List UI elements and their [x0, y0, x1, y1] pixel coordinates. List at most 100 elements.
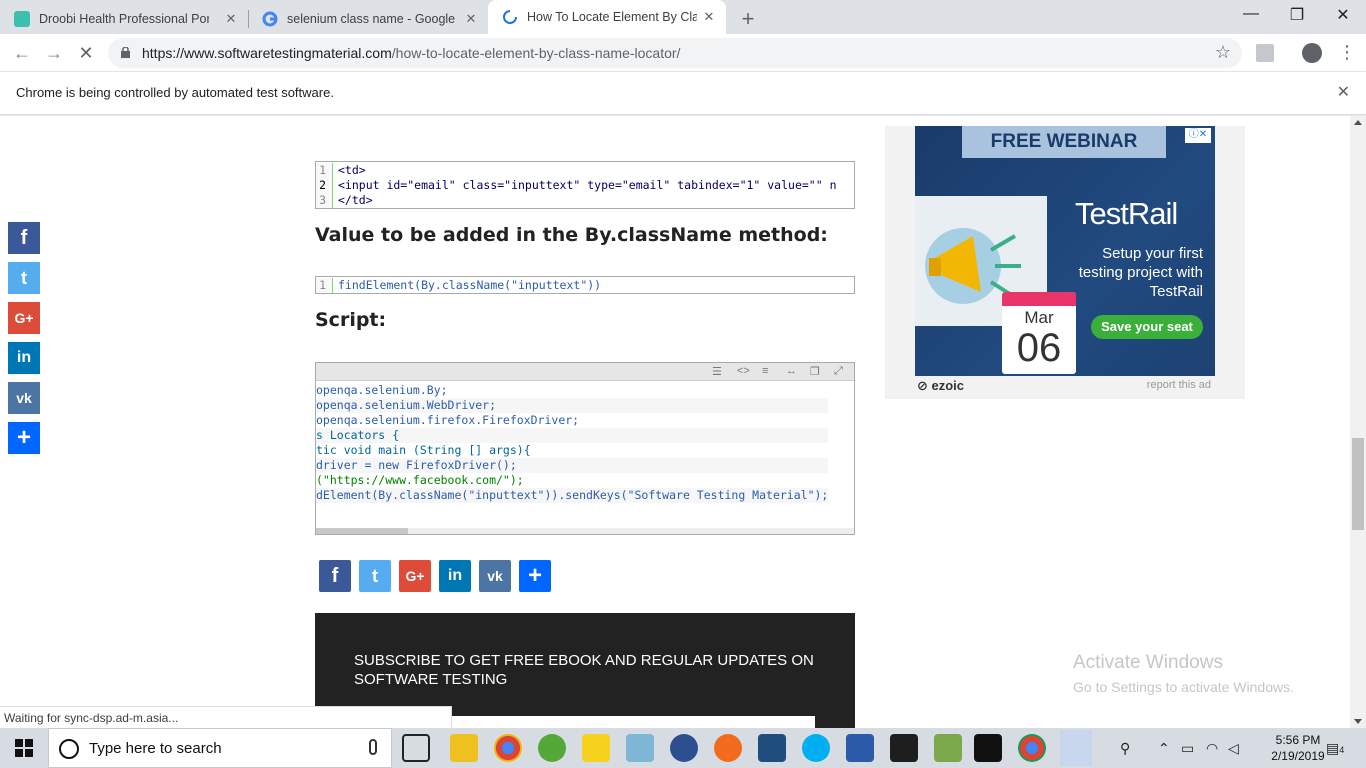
- scroll-down-icon[interactable]: [1354, 719, 1362, 724]
- close-tab-icon[interactable]: ✕: [463, 11, 479, 27]
- calendar-icon: Mar 06: [1002, 292, 1076, 374]
- utorrent-icon[interactable]: [538, 734, 566, 762]
- app-icon[interactable]: [934, 734, 962, 762]
- report-ad-link[interactable]: report this ad: [1147, 379, 1211, 391]
- ad-cta-button[interactable]: Save your seat: [1091, 315, 1203, 339]
- sticky-notes-icon[interactable]: [582, 734, 610, 762]
- code-toolbar: ☰ <> ≡ ↔ ❐ ⤢: [316, 363, 854, 381]
- tab-active-article[interactable]: How To Locate Element By Class ✕: [488, 0, 726, 34]
- file-explorer-icon[interactable]: [450, 734, 478, 762]
- tab-google-search[interactable]: selenium class name - Google Se ✕: [248, 4, 488, 34]
- minimize-icon[interactable]: —: [1228, 5, 1274, 23]
- profile-avatar-icon[interactable]: [1302, 43, 1322, 63]
- calendar-day: 06: [1016, 326, 1062, 370]
- script-code: openqa.selenium.By; openqa.selenium.WebD…: [316, 383, 829, 503]
- testrail-ad[interactable]: FREE WEBINAR TestRail Setup your first t…: [915, 126, 1215, 376]
- share-twitter-icon[interactable]: t: [359, 560, 391, 592]
- clock-time: 5:56 PM: [1275, 733, 1321, 747]
- taskbar-clock[interactable]: 5:56 PM 2/19/2019: [1268, 732, 1328, 764]
- close-tab-icon[interactable]: ✕: [701, 9, 717, 25]
- share-facebook-icon[interactable]: f: [319, 560, 351, 592]
- side-share-linkedin-icon[interactable]: in: [8, 342, 40, 374]
- share-linkedin-icon[interactable]: in: [439, 560, 471, 592]
- ad-choices-icon[interactable]: ⓘ✕: [1185, 128, 1211, 143]
- share-more-icon[interactable]: +: [519, 560, 551, 592]
- back-arrow-icon[interactable]: ←: [10, 42, 34, 64]
- tab-droobi[interactable]: Droobi Health Professional Portal ✕: [0, 4, 248, 34]
- url-path: /how-to-locate-element-by-class-name-loc…: [391, 45, 681, 61]
- address-bar[interactable]: https://www.softwaretestingmaterial.com/…: [108, 38, 1242, 68]
- close-infobar-icon[interactable]: ✕: [1337, 82, 1350, 102]
- windows-activation-watermark: Activate Windows Go to Settings to activ…: [1073, 652, 1294, 695]
- side-share-facebook-icon[interactable]: f: [8, 222, 40, 254]
- code-block-html: 1 <td> 2 <input id="email" class="inputtex…: [315, 161, 855, 209]
- start-button[interactable]: [0, 728, 48, 768]
- intellij-icon[interactable]: [974, 734, 1002, 762]
- menu-kebab-icon[interactable]: ⋮: [1338, 42, 1356, 63]
- code-icon[interactable]: <>: [737, 365, 750, 377]
- side-share-twitter-icon[interactable]: t: [8, 262, 40, 294]
- side-share-google-plus-icon[interactable]: G+: [8, 302, 40, 334]
- scrollbar-thumb[interactable]: [316, 528, 408, 534]
- command-prompt-icon[interactable]: [890, 734, 918, 762]
- close-tab-icon[interactable]: ✕: [223, 11, 239, 27]
- watermark-title: Activate Windows: [1073, 652, 1223, 673]
- microphone-icon[interactable]: [369, 739, 377, 755]
- subscribe-heading: SUBSCRIBE TO GET FREE EBOOK AND REGULAR …: [354, 652, 814, 688]
- tab-title: Droobi Health Professional Portal: [39, 12, 209, 26]
- share-google-plus-icon[interactable]: G+: [399, 560, 431, 592]
- notification-center-icon[interactable]: ▤4: [1326, 740, 1344, 757]
- bookmark-star-icon[interactable]: ☆: [1215, 42, 1231, 63]
- scrollbar-thumb[interactable]: [1352, 438, 1364, 530]
- tray-chevron-icon[interactable]: ⌃: [1158, 740, 1170, 757]
- search-placeholder: Type here to search: [89, 740, 222, 757]
- ad-brand: TestRail: [1075, 196, 1178, 231]
- code-block-script: ☰ <> ≡ ↔ ❐ ⤢ openqa.selenium.By; openqa.…: [315, 362, 855, 535]
- wrap-lines-icon[interactable]: ≡: [762, 365, 768, 377]
- code-horizontal-scrollbar[interactable]: [316, 528, 854, 534]
- code-line: 1 <td>: [316, 163, 854, 178]
- side-share-vk-icon[interactable]: vk: [8, 382, 40, 414]
- code-line: openqa.selenium.firefox.FirefoxDriver;: [316, 413, 580, 427]
- sql-server-icon[interactable]: [758, 734, 786, 762]
- share-vk-icon[interactable]: vk: [479, 560, 511, 592]
- lock-icon: [121, 47, 130, 58]
- close-window-icon[interactable]: ✕: [1320, 5, 1366, 25]
- taskbar-search[interactable]: Type here to search: [48, 728, 392, 768]
- automation-infobar: Chrome is being controlled by automated …: [0, 72, 1366, 115]
- ad-container: FREE WEBINAR TestRail Setup your first t…: [885, 126, 1245, 399]
- stop-loading-icon[interactable]: ✕: [74, 42, 98, 64]
- chrome-icon[interactable]: [494, 734, 522, 762]
- eclipse-icon[interactable]: [670, 734, 698, 762]
- tab-title: selenium class name - Google Se: [287, 12, 457, 26]
- page-scrollbar[interactable]: [1350, 116, 1366, 728]
- popup-icon[interactable]: ⤢: [834, 365, 843, 378]
- code-line: tic void main (String [] args){: [316, 443, 531, 457]
- expand-icon[interactable]: ↔: [786, 365, 797, 377]
- copy-icon[interactable]: ❐: [810, 365, 820, 378]
- volume-mute-icon[interactable]: ◁: [1228, 740, 1239, 757]
- skype-icon[interactable]: [802, 734, 830, 762]
- scroll-up-icon[interactable]: [1354, 120, 1362, 125]
- view-source-icon[interactable]: ☰: [712, 365, 722, 378]
- chrome-icon[interactable]: [1018, 734, 1046, 762]
- people-icon[interactable]: ⚲: [1120, 740, 1130, 757]
- code-line: openqa.selenium.WebDriver;: [316, 398, 829, 413]
- url-domain: https://www.softwaretestingmaterial.com: [142, 45, 392, 61]
- side-share-more-icon[interactable]: +: [8, 422, 40, 454]
- extension-icon[interactable]: [1256, 44, 1274, 62]
- new-tab-button[interactable]: +: [737, 6, 759, 32]
- restore-icon[interactable]: ❐: [1274, 5, 1320, 25]
- windows-taskbar: Type here to search ⚲ ⌃ ▭ ◠ ◁ 5:56 PM 2/…: [0, 728, 1366, 768]
- battery-icon[interactable]: ▭: [1181, 740, 1194, 757]
- ezoic-logo[interactable]: ⊘ ezoic: [917, 378, 964, 394]
- wifi-icon[interactable]: ◠: [1206, 740, 1218, 757]
- app-icon[interactable]: [626, 734, 654, 762]
- chrome-active-icon[interactable]: [1060, 730, 1092, 766]
- task-view-icon[interactable]: [402, 734, 430, 762]
- forward-arrow-icon[interactable]: →: [42, 42, 66, 64]
- calendar-month: Mar: [1024, 308, 1054, 327]
- watermark-subtitle: Go to Settings to activate Windows.: [1073, 679, 1294, 695]
- app-icon[interactable]: [846, 734, 874, 762]
- app-icon[interactable]: [714, 734, 742, 762]
